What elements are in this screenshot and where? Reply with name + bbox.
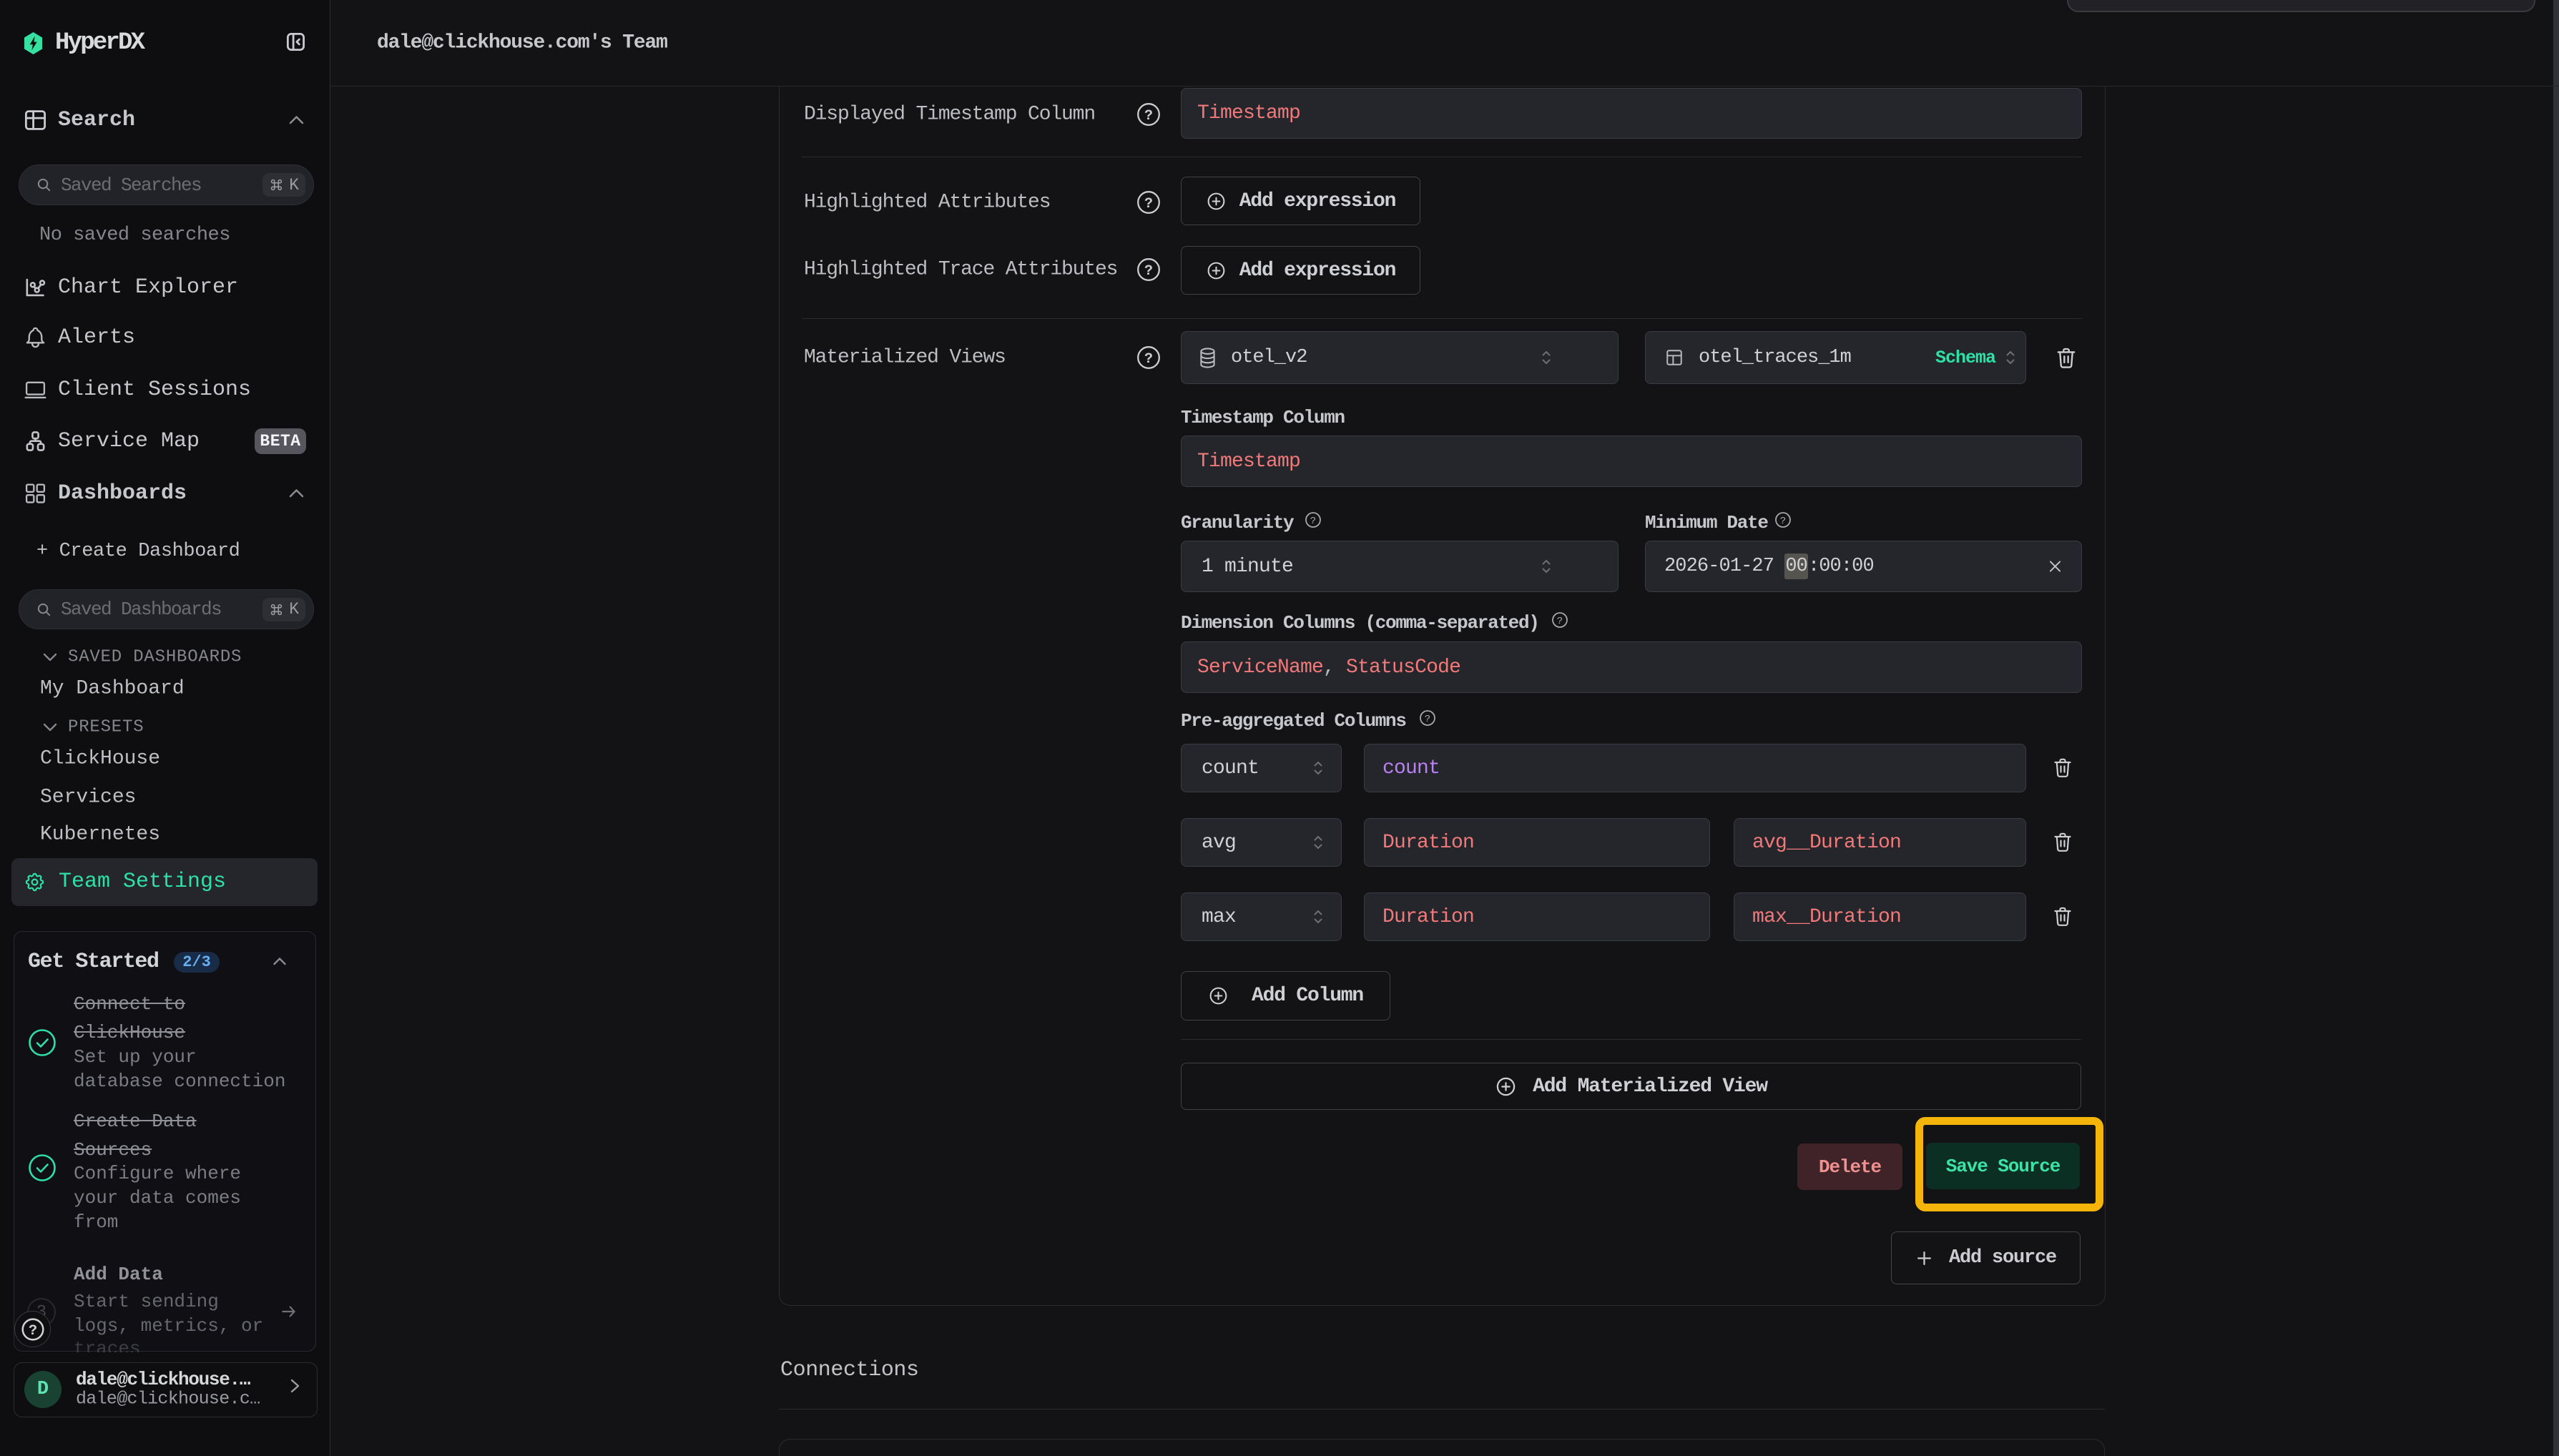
- svg-text:?: ?: [28, 1322, 36, 1339]
- svg-text:?: ?: [1557, 616, 1563, 627]
- svg-text:?: ?: [1780, 516, 1786, 527]
- svg-text:?: ?: [1144, 108, 1153, 124]
- svg-text:?: ?: [1144, 196, 1153, 212]
- svg-text:?: ?: [1144, 263, 1153, 280]
- svg-text:?: ?: [1144, 351, 1153, 368]
- svg-text:?: ?: [1310, 516, 1316, 527]
- svg-text:?: ?: [1425, 714, 1430, 725]
